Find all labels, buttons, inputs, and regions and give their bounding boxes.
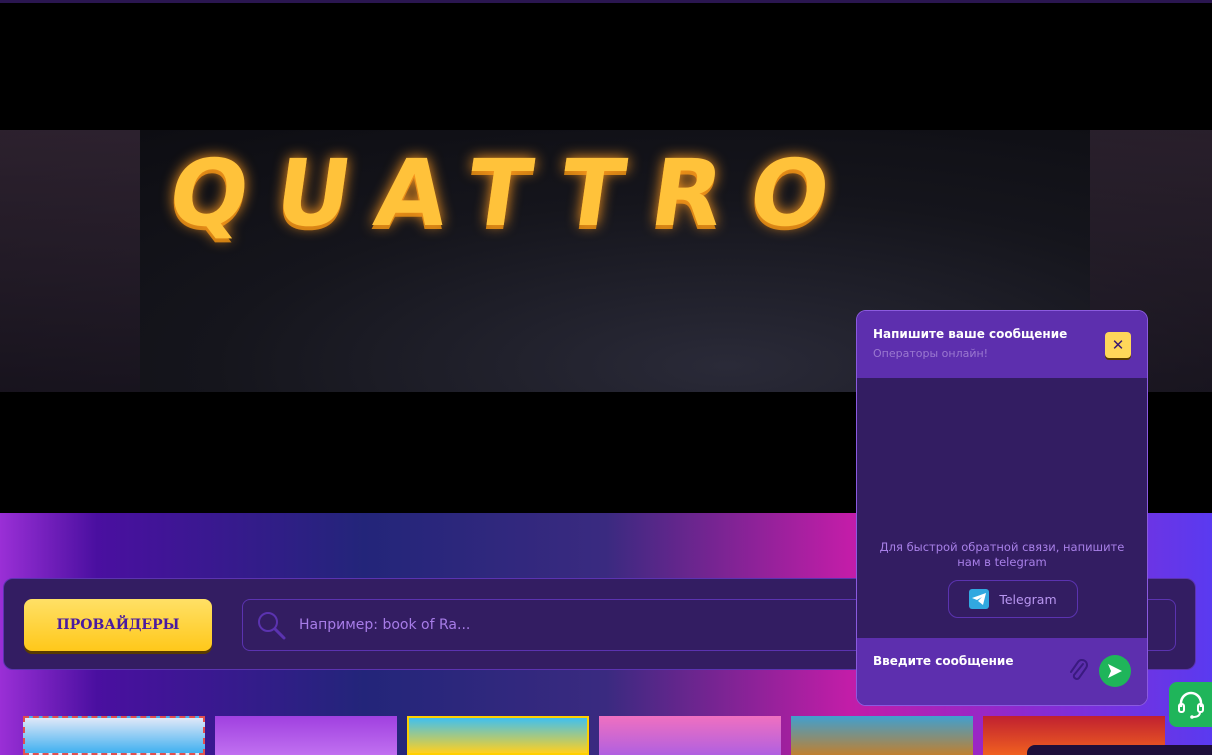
video-background [0, 130, 140, 392]
game-tile[interactable] [599, 716, 781, 755]
quattro-logo: QUATTRO [162, 140, 865, 247]
top-border [0, 0, 1212, 3]
telegram-hint: Для быстрой обратной связи, напишите нам… [879, 540, 1125, 569]
providers-button[interactable]: ПРОВАЙДЕРЫ [24, 599, 212, 651]
close-icon: ✕ [1111, 336, 1125, 354]
bottom-notification-bar [1027, 745, 1212, 755]
message-input[interactable] [873, 654, 1053, 688]
chat-title: Напишите ваше сообщение [873, 327, 1068, 341]
send-message-button[interactable] [1099, 655, 1131, 687]
game-tile[interactable] [215, 716, 397, 755]
send-icon [1108, 664, 1122, 678]
support-chat-button[interactable] [1169, 682, 1212, 727]
telegram-label: Telegram [999, 591, 1057, 607]
close-chat-button[interactable]: ✕ [1105, 332, 1131, 358]
headset-icon [1177, 691, 1204, 719]
game-tile[interactable] [407, 716, 589, 755]
telegram-button[interactable]: Telegram [948, 580, 1078, 618]
telegram-icon [969, 589, 990, 609]
game-tile[interactable] [791, 716, 973, 755]
search-input[interactable] [299, 617, 899, 633]
search-icon [258, 612, 286, 640]
support-chat-widget: Напишите ваше сообщение Операторы онлайн… [856, 310, 1148, 706]
attach-file-icon[interactable] [1067, 658, 1089, 688]
game-tile[interactable] [23, 716, 205, 755]
chat-messages: Для быстрой обратной связи, напишите нам… [857, 378, 1147, 638]
chat-header: Напишите ваше сообщение Операторы онлайн… [857, 311, 1147, 378]
chat-composer [857, 638, 1147, 705]
chat-status: Операторы онлайн! [873, 347, 989, 360]
